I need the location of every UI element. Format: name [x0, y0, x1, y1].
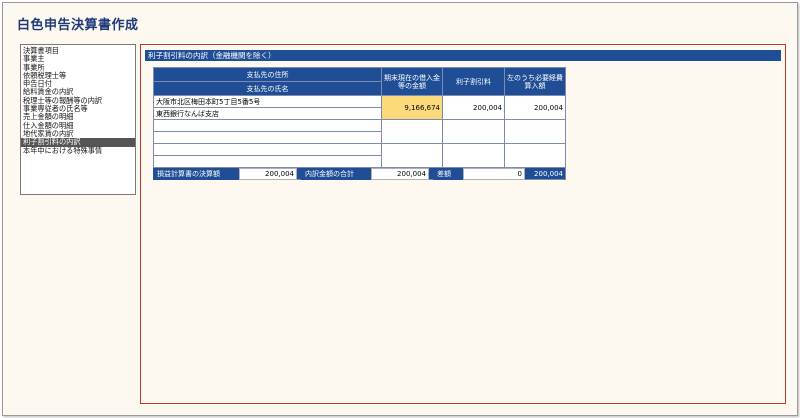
- difference-label: 差額: [433, 168, 463, 180]
- row1-interest[interactable]: 200,004: [442, 95, 505, 120]
- header-balance: 期末現在の借入金等の金額: [381, 67, 443, 96]
- row1-address[interactable]: 大阪市北区梅田本町5丁目5番5号: [153, 95, 382, 108]
- header-interest: 利子割引料: [442, 67, 505, 96]
- app-window: 白色申告決算書作成 決算書項目 事業主 事業所 依頼税理士等 申告日付 給料賃金の内訳 税理…: [2, 2, 798, 416]
- breakdown-total-label: 内訳金額の合計: [301, 168, 371, 180]
- row2-name[interactable]: [153, 131, 382, 144]
- sidebar-items: 決算書項目 事業主 事業所 依頼税理士等 申告日付 給料賃金の内訳 税理士等の報酬等の内訳事…: [21, 45, 135, 155]
- row3-interest[interactable]: [442, 143, 505, 168]
- row3-address[interactable]: [153, 143, 382, 156]
- sidebar-list[interactable]: 決算書項目 事業主 事業所 依頼税理士等 申告日付 給料賃金の内訳 税理士等の報酬等の内訳事…: [20, 44, 136, 195]
- row3-name[interactable]: [153, 155, 382, 168]
- interest-table: 支払先の住所 期末現在の借入金等の金額 利子割引料 左のうち必要経費算入額 支払…: [153, 67, 566, 180]
- pl-amount-value[interactable]: 200,004: [239, 168, 297, 180]
- row2-balance[interactable]: [381, 119, 443, 144]
- app-title: 白色申告決算書作成: [17, 18, 139, 33]
- summary-bar: 損益計算書の決算額 200,004 内訳金額の合計 200,004 差額 0: [153, 168, 525, 180]
- row2-interest[interactable]: [442, 119, 505, 144]
- row1-deductible[interactable]: 200,004: [504, 95, 566, 120]
- header-payee-address: 支払先の住所: [153, 67, 382, 82]
- header-payee-name: 支払先の氏名: [153, 81, 382, 96]
- breakdown-total-value: 200,004: [371, 168, 429, 180]
- sidebar-item[interactable]: 本年中における特殊事情: [21, 146, 135, 155]
- header-deductible: 左のうち必要経費算入額: [504, 67, 566, 96]
- row2-deductible[interactable]: [504, 119, 566, 144]
- row3-deductible[interactable]: [504, 143, 566, 168]
- row1-name[interactable]: 東西銀行なんば支店: [153, 107, 382, 120]
- pl-amount-label: 損益計算書の決算額: [153, 168, 239, 180]
- section-title: 利子割引料の内訳（金融機関を除く）: [145, 50, 781, 61]
- difference-value: 0: [463, 168, 525, 180]
- row2-address[interactable]: [153, 119, 382, 132]
- row1-balance[interactable]: 9,166,674: [381, 95, 443, 120]
- main-panel: 利子割引料の内訳（金融機関を除く） 支払先の住所 期末現在の借入金等の金額 利子…: [140, 44, 786, 404]
- row3-balance[interactable]: [381, 143, 443, 168]
